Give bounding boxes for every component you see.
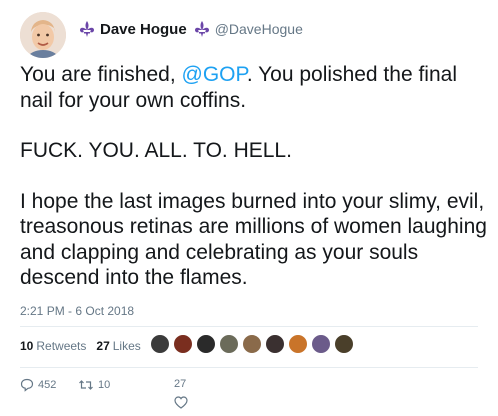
- retweets-stat[interactable]: 10 Retweets: [20, 339, 86, 353]
- tweet-paragraph-2: FUCK. YOU. ALL. TO. HELL.: [20, 139, 292, 162]
- avatar[interactable]: [20, 12, 66, 58]
- liker-avatars: [150, 334, 357, 354]
- retweets-count: 10: [20, 339, 34, 353]
- reply-count: 452: [38, 379, 57, 391]
- tweet-actions: 452 10 27: [20, 376, 320, 412]
- tweet-stats: 10 Retweets 27 Likes: [20, 339, 151, 353]
- reply-button[interactable]: 452: [20, 378, 56, 392]
- retweet-count: 10: [98, 379, 111, 391]
- retweet-icon: [79, 380, 93, 390]
- display-name[interactable]: Dave Hogue: [100, 21, 187, 38]
- liker-avatar[interactable]: [288, 334, 308, 354]
- tweet-paragraph-1: You are finished, @GOP. You polished the…: [20, 62, 490, 113]
- liker-avatar[interactable]: [173, 334, 193, 354]
- like-button[interactable]: [174, 396, 188, 412]
- likes-stat[interactable]: 27 Likes: [96, 339, 140, 353]
- retweet-button[interactable]: 10: [78, 378, 110, 392]
- liker-avatar[interactable]: [265, 334, 285, 354]
- like-count: 27: [174, 378, 187, 390]
- divider: [20, 326, 478, 327]
- mention-link[interactable]: @GOP: [182, 63, 247, 86]
- fleur-de-lis-icon: [78, 20, 96, 38]
- likes-count: 27: [96, 339, 110, 353]
- liker-avatar[interactable]: [334, 334, 354, 354]
- tweet-header: Dave Hogue @DaveHogue: [20, 12, 480, 60]
- divider: [20, 367, 478, 368]
- fleur-de-lis-icon: [193, 20, 211, 38]
- author-handle[interactable]: @DaveHogue: [215, 21, 303, 37]
- likes-label: Likes: [112, 339, 141, 353]
- retweets-label: Retweets: [36, 339, 87, 353]
- author-line: Dave Hogue @DaveHogue: [78, 20, 303, 38]
- liker-avatar[interactable]: [311, 334, 331, 354]
- liker-avatar[interactable]: [150, 334, 170, 354]
- liker-avatar[interactable]: [219, 334, 239, 354]
- liker-avatar[interactable]: [196, 334, 216, 354]
- tweet-text: You are finished, @GOP. You polished the…: [20, 62, 490, 316]
- tweet-timestamp[interactable]: 2:21 PM - 6 Oct 2018: [20, 304, 134, 318]
- liker-avatar[interactable]: [242, 334, 262, 354]
- tweet-paragraph-3: I hope the last images burned into your …: [20, 189, 487, 290]
- heart-icon: [174, 396, 188, 409]
- tweet-text-segment: You are finished,: [20, 63, 182, 86]
- reply-icon: [20, 378, 34, 392]
- avatar-face-icon: [20, 12, 66, 58]
